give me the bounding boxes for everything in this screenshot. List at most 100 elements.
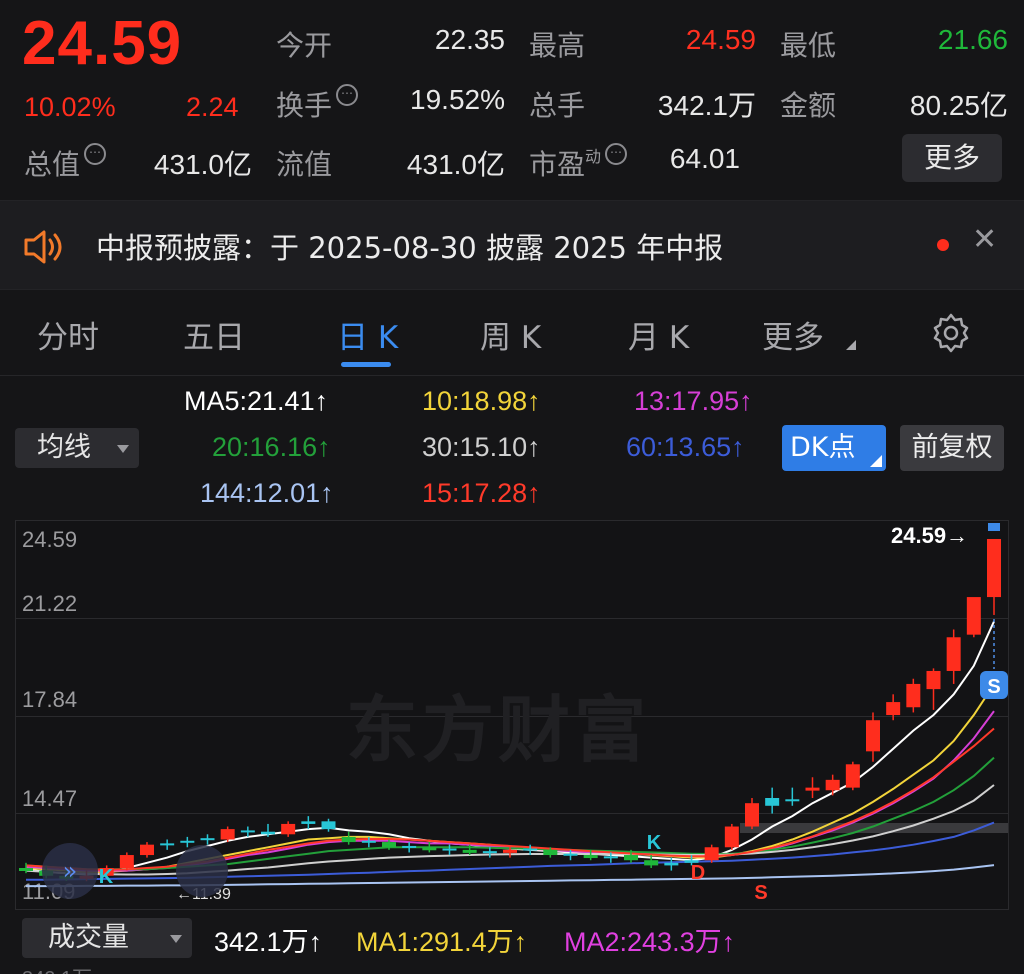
candle-body xyxy=(946,637,961,671)
candle-body xyxy=(361,840,376,843)
candle-body xyxy=(503,849,517,853)
chevron-down-icon xyxy=(117,445,129,453)
candle-body xyxy=(462,849,477,853)
info-icon[interactable]: ⋯ xyxy=(336,84,359,106)
float-value: 431.0亿 xyxy=(406,149,505,180)
mktcap-label[interactable]: 总值 ⋯ xyxy=(24,143,107,183)
candle-body xyxy=(563,853,578,856)
quote-header: 24.59 10.02% 2.24 今开 22.35 最高 24.59 最低 2… xyxy=(0,0,1024,200)
candle-body xyxy=(240,830,255,833)
dropdown-caret-icon xyxy=(846,340,856,350)
low-value: 21.66 xyxy=(937,24,1008,55)
candle-body xyxy=(805,787,820,791)
notice-text[interactable]: 中报预披露：于 2025-08-30 披露 2025 年中报 xyxy=(96,225,723,267)
s-marker-top: S xyxy=(987,676,1000,698)
candle-body xyxy=(866,720,880,752)
candle-body xyxy=(845,764,860,788)
tab-daily-k[interactable]: 日 K xyxy=(337,312,398,357)
tab-more[interactable]: 更多 xyxy=(762,312,824,357)
ma13-legend: 13:17.95↑ xyxy=(634,386,753,416)
candle-body xyxy=(926,670,941,690)
volume-label: 总手 xyxy=(529,89,586,122)
ma15-legend: 15:17.28↑ xyxy=(422,478,541,508)
change-amount: 2.24 xyxy=(186,92,239,122)
float-label: 流值 xyxy=(276,148,333,181)
chevron-down-icon xyxy=(170,935,182,943)
candle-body xyxy=(704,847,719,861)
volume-value: 342.1万 xyxy=(657,90,756,121)
candle-body xyxy=(745,803,759,827)
candle-body xyxy=(987,539,1001,598)
candle-body xyxy=(422,847,437,851)
more-quote-button[interactable]: 更多 xyxy=(902,134,1002,182)
candle-body xyxy=(825,779,840,791)
tab-monthly-k[interactable]: 月 K xyxy=(628,312,689,357)
candle-body xyxy=(523,848,538,851)
period-tabs: 分时 五日 日 K 周 K 月 K 更多 xyxy=(0,292,1024,376)
volume-ma2: MA2:243.3万↑ xyxy=(564,927,736,957)
tab-intraday[interactable]: 分时 xyxy=(37,312,99,357)
turnover-label[interactable]: 换手 ⋯ xyxy=(276,84,359,124)
ma30-legend: 30:15.10↑ xyxy=(422,432,541,462)
candle-body xyxy=(543,849,558,856)
change-percent: 10.02% xyxy=(24,92,116,122)
candle-body xyxy=(966,597,981,635)
candle-body xyxy=(321,821,336,830)
open-label: 今开 xyxy=(276,29,333,62)
volume-indicator-select[interactable]: 成交量 xyxy=(22,918,192,958)
s-marker-bottom: S xyxy=(754,882,767,904)
volume-ma1: MA1:291.4万↑ xyxy=(356,927,528,957)
pe-value: 64.01 xyxy=(669,143,740,174)
candle-body xyxy=(664,862,679,866)
k-marker: K xyxy=(99,866,114,888)
pe-superscript: 动 xyxy=(585,147,602,166)
d-marker: D xyxy=(691,862,705,884)
close-icon[interactable]: ✕ xyxy=(972,222,997,257)
overlay-button xyxy=(176,845,228,897)
candle-body xyxy=(341,836,356,843)
pe-label[interactable]: 市盈动 ⋯ xyxy=(529,143,628,183)
ma144-legend: 144:12.01↑ xyxy=(200,478,334,508)
candle-body xyxy=(19,868,33,871)
candle-body xyxy=(482,851,497,854)
notice-bar[interactable]: 中报预披露：于 2025-08-30 披露 2025 年中报 xyxy=(0,200,1024,290)
high-label: 最高 xyxy=(529,29,586,62)
dk-point-button[interactable]: DK点 xyxy=(782,425,886,471)
corner-triangle-icon xyxy=(870,455,882,467)
gear-icon[interactable] xyxy=(930,312,972,354)
ma-type-select[interactable]: 均线 xyxy=(15,428,139,468)
candle-body xyxy=(603,856,618,859)
amount-value: 80.25亿 xyxy=(909,90,1008,121)
candle-body xyxy=(765,798,780,806)
tab-weekly-k[interactable]: 周 K xyxy=(480,312,541,357)
double-chevron-icon: » xyxy=(63,857,78,885)
ma60-legend: 60:13.65↑ xyxy=(626,432,745,462)
candle-body xyxy=(140,844,154,856)
open-value: 22.35 xyxy=(434,24,505,55)
active-tab-indicator xyxy=(341,362,391,367)
kline-chart[interactable]: 东方财富 24.59 21.22 17.84 14.47 11.09 24.59… xyxy=(15,520,1009,910)
candle-body xyxy=(886,702,901,716)
kline-svg: SKKDS←11.39» xyxy=(19,523,1008,904)
candle-body xyxy=(382,842,396,848)
candle-body xyxy=(160,843,175,846)
candle-body xyxy=(180,840,195,843)
tab-five-day[interactable]: 五日 xyxy=(183,312,245,357)
info-icon[interactable]: ⋯ xyxy=(84,143,107,165)
forward-adjust-button[interactable]: 前复权 xyxy=(900,425,1004,471)
candle-body xyxy=(442,848,457,851)
high-value: 24.59 xyxy=(685,24,756,55)
candle-body xyxy=(583,855,598,859)
ma-line-ma5 xyxy=(25,620,995,876)
mktcap-value: 431.0亿 xyxy=(153,149,252,180)
top-marker-icon xyxy=(988,523,1000,531)
candle-body xyxy=(200,838,215,841)
volume-value: 342.1万↑ xyxy=(214,927,323,957)
info-icon[interactable]: ⋯ xyxy=(605,143,628,165)
candle-body xyxy=(402,845,417,848)
candle-body xyxy=(724,826,739,848)
candle-body xyxy=(261,831,275,835)
ma10-legend: 10:18.98↑ xyxy=(422,386,541,416)
low-label: 最低 xyxy=(780,29,837,62)
candle-body xyxy=(644,860,659,866)
